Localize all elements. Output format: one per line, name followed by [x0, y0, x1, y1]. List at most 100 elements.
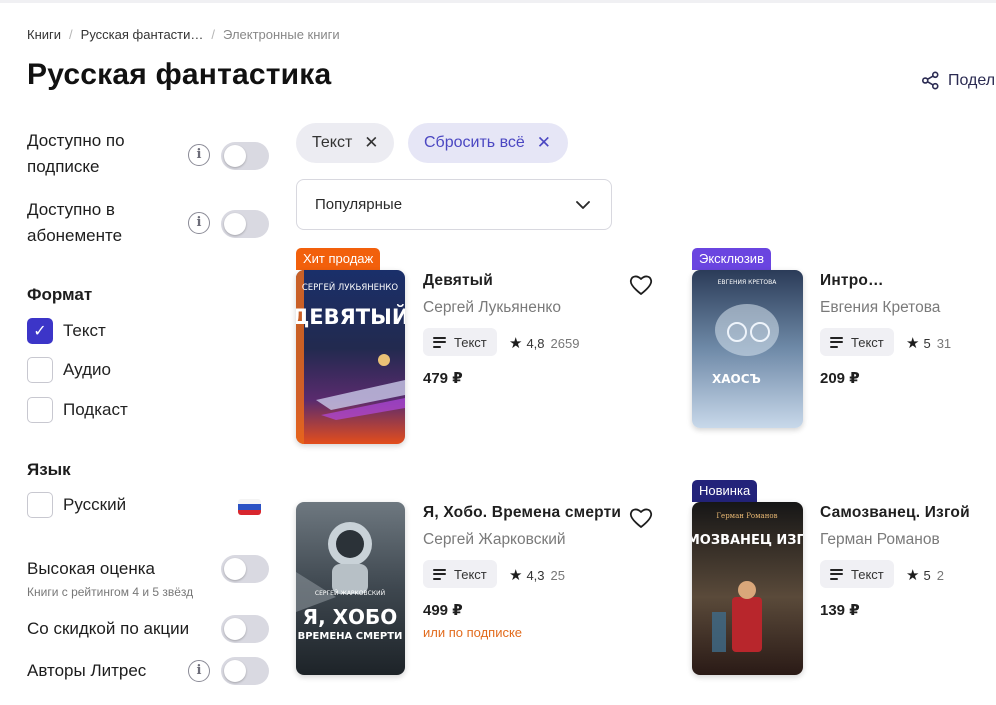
cover-title: САМОЗВАНЕЦ ИЗГОЙ — [692, 532, 803, 548]
cover-author: СЕРГЕЙ ЛУКЬЯНЕНКО — [302, 281, 399, 293]
cover-author: Герман Романов — [716, 512, 777, 520]
page-title: Русская фантастика — [27, 58, 332, 91]
book-badge: Хит продаж — [296, 248, 381, 270]
close-icon[interactable]: ✕ — [537, 133, 551, 153]
subscription-price-note[interactable]: или по подписке — [423, 625, 522, 640]
sort-select-value: Популярные — [315, 196, 403, 213]
book-price: 499 ₽ — [423, 602, 463, 619]
format-chip-label: Текст — [454, 334, 487, 350]
cover-subtitle: ВРЕМЕНА СМЕРТИ — [298, 631, 403, 642]
text-format-icon — [433, 336, 446, 348]
book-author[interactable]: Евгения Кретова — [820, 299, 940, 317]
abonement-toggle[interactable] — [221, 210, 269, 238]
subscription-toggle[interactable] — [221, 142, 269, 170]
breadcrumb-item-russian-sf[interactable]: Русская фантасти… — [81, 27, 204, 42]
rating-count: 25 — [550, 567, 565, 583]
active-filter-chip-text[interactable]: Текст ✕ — [296, 123, 394, 163]
reset-all-chip[interactable]: Сбросить всё ✕ — [408, 123, 568, 163]
breadcrumb-separator: / — [69, 27, 73, 42]
star-icon: ★ — [509, 335, 523, 352]
breadcrumb-item-ebooks[interactable]: Электронные книги — [223, 27, 340, 42]
book-price: 479 ₽ — [423, 370, 463, 387]
checkbox[interactable] — [27, 357, 53, 383]
book-author[interactable]: Герман Романов — [820, 531, 940, 549]
rating-count: 2659 — [550, 335, 580, 351]
rating-value: 4,8 — [526, 335, 545, 351]
format-option-label: Подкаст — [63, 400, 128, 419]
rating-value: 4,3 — [526, 567, 545, 583]
book-cover[interactable]: ЕВГЕНИЯ КРЕТОВА ХАОСЪ — [692, 270, 803, 428]
book-cover-art: СЕРГЕЙ ЖАРКОВСКИЙ Я, ХОБО ВРЕМЕНА СМЕРТИ — [296, 502, 405, 675]
discount-toggle[interactable] — [221, 615, 269, 643]
format-chip-label: Текст — [851, 566, 884, 582]
format-option-audio[interactable]: Аудио — [27, 357, 111, 383]
format-option-podcast[interactable]: Подкаст — [27, 397, 128, 423]
filter-subscription: Доступно по подписке i — [27, 128, 272, 180]
share-button[interactable]: Подел — [921, 71, 995, 90]
format-option-label: Текст — [63, 321, 106, 340]
rating-value: 5 — [923, 335, 931, 351]
text-format-icon — [830, 336, 843, 348]
filter-abonement-label: Доступно в абонементе — [27, 200, 123, 245]
format-option-text[interactable]: ✓ Текст — [27, 318, 106, 344]
star-icon: ★ — [509, 567, 523, 584]
filter-abonement: Доступно в абонементе i — [27, 197, 272, 249]
book-cover-art: ЕВГЕНИЯ КРЕТОВА ХАОСЪ — [692, 270, 803, 428]
top-divider — [0, 0, 996, 3]
book-title[interactable]: Интро… — [820, 272, 884, 290]
format-chip: Текст — [423, 328, 497, 356]
book-rating: ★ 4,8 2659 — [509, 334, 579, 352]
heart-icon[interactable] — [628, 273, 654, 297]
language-option-russian[interactable]: Русский — [27, 492, 126, 518]
checkbox-checked[interactable]: ✓ — [27, 318, 53, 344]
discount-label: Со скидкой по акции — [27, 619, 190, 638]
cover-title: ХАОСЪ — [712, 372, 761, 386]
high-rating-note: Книги с рейтингом 4 и 5 звёзд — [27, 585, 194, 599]
book-author[interactable]: Сергей Жарковский — [423, 531, 566, 549]
book-cover-art: СЕРГЕЙ ЛУКЬЯНЕНКО ДЕВЯТЫЙ — [296, 270, 405, 444]
rating-count: 31 — [936, 335, 952, 351]
litres-authors-label: Авторы Литрес — [27, 661, 147, 680]
cover-author: СЕРГЕЙ ЖАРКОВСКИЙ — [315, 590, 385, 597]
book-title[interactable]: Девятый — [423, 272, 493, 290]
filter-subscription-label: Доступно по подписке — [27, 131, 125, 176]
litres-authors-toggle[interactable] — [221, 657, 269, 685]
format-chip-label: Текст — [454, 566, 487, 582]
rating-value: 5 — [923, 567, 931, 583]
russian-flag-icon — [238, 499, 261, 515]
book-rating: ★ 5 2 — [906, 566, 944, 584]
book-title[interactable]: Самозванец. Изгой — [820, 504, 970, 522]
breadcrumb-item-books[interactable]: Книги — [27, 27, 61, 42]
share-label: Подел — [948, 71, 996, 89]
star-icon: ★ — [906, 335, 920, 352]
heart-icon[interactable] — [628, 506, 654, 530]
breadcrumb-separator: / — [211, 27, 216, 42]
text-format-icon — [433, 568, 446, 580]
book-cover[interactable]: Герман Романов САМОЗВАНЕЦ ИЗГОЙ — [692, 502, 803, 675]
rating-count: 2 — [936, 567, 944, 583]
chip-label: Текст — [312, 134, 353, 151]
close-icon[interactable]: ✕ — [364, 133, 378, 153]
book-cover-art: Герман Романов САМОЗВАНЕЦ ИЗГОЙ — [692, 502, 803, 675]
info-icon[interactable]: i — [188, 212, 210, 234]
format-chip-label: Текст — [851, 334, 884, 350]
sort-select[interactable]: Популярные — [296, 179, 612, 230]
book-author[interactable]: Сергей Лукьяненко — [423, 299, 561, 317]
checkbox[interactable] — [27, 397, 53, 423]
language-section-title: Язык — [27, 460, 71, 479]
share-icon — [921, 71, 939, 90]
high-rating-toggle[interactable] — [221, 555, 269, 583]
book-price: 209 ₽ — [820, 370, 860, 387]
language-option-label: Русский — [63, 495, 127, 514]
breadcrumb: Книги / Русская фантасти… / Электронные … — [27, 27, 340, 42]
format-section-title: Формат — [27, 285, 93, 304]
info-icon[interactable]: i — [188, 144, 210, 166]
checkbox[interactable] — [27, 492, 53, 518]
book-badge: Новинка — [692, 480, 758, 502]
info-icon[interactable]: i — [188, 660, 210, 682]
book-cover[interactable]: СЕРГЕЙ ЛУКЬЯНЕНКО ДЕВЯТЫЙ — [296, 270, 405, 444]
book-cover[interactable]: СЕРГЕЙ ЖАРКОВСКИЙ Я, ХОБО ВРЕМЕНА СМЕРТИ — [296, 502, 405, 675]
format-chip: Текст — [423, 560, 497, 588]
book-title[interactable]: Я, Хобо. Времена смерти — [423, 504, 621, 522]
book-badge: Эксклюзив — [692, 248, 771, 270]
